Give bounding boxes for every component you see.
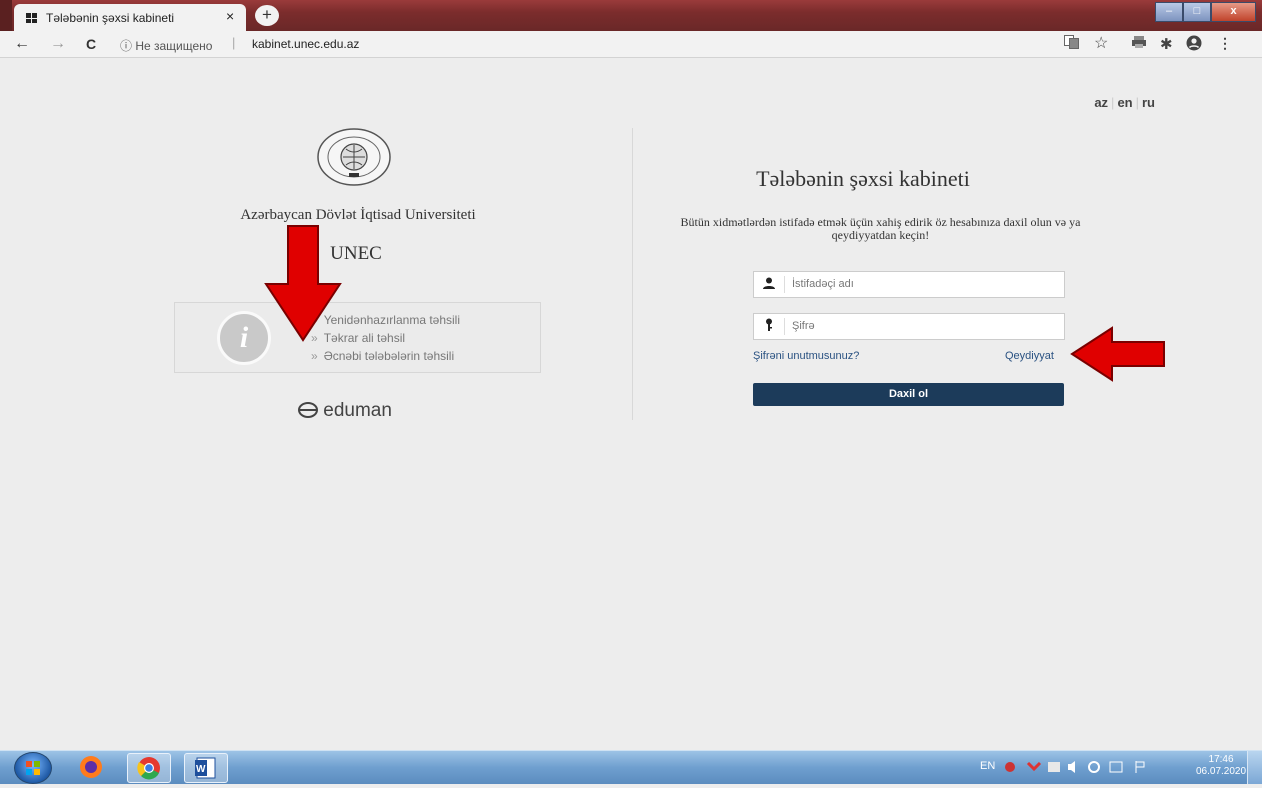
forgot-password-link[interactable]: Şifrəni unutmusunuz?	[753, 350, 859, 362]
eduman-label: eduman	[323, 400, 392, 421]
language-switcher: az | en | ru	[1091, 95, 1158, 110]
university-name: Azərbaycan Dövlət İqtisad Universiteti	[240, 207, 476, 223]
address-bar: ← → C ⓘ Не защищено | kabinet.unec.edu.a…	[0, 31, 1262, 58]
system-tray-icons[interactable]	[1002, 759, 1182, 775]
reload-button[interactable]: C	[86, 36, 96, 52]
window-controls: – □ x	[1155, 2, 1256, 22]
input-language-indicator[interactable]: EN	[980, 760, 995, 772]
user-icon	[754, 272, 784, 297]
security-indicator[interactable]: ⓘ Не защищено	[120, 37, 212, 54]
minimize-button[interactable]: –	[1155, 2, 1183, 22]
username-placeholder: İstifadəçi adı	[792, 278, 854, 290]
close-window-button[interactable]: x	[1211, 2, 1256, 22]
lang-en-link[interactable]: en	[1114, 95, 1135, 110]
lang-ru-link[interactable]: ru	[1139, 95, 1158, 110]
password-field[interactable]: Şifrə	[753, 313, 1065, 340]
back-button[interactable]: ←	[14, 35, 30, 53]
page-content: az | en | ru Azərbaycan Dövlət İqtisad Unive…	[8, 58, 1254, 750]
svg-text:W: W	[196, 764, 206, 775]
tab-bar-edge	[0, 0, 12, 31]
word-taskbar-icon[interactable]: W	[184, 753, 228, 783]
print-extension-icon[interactable]	[1132, 35, 1146, 52]
register-link[interactable]: Qeydiyyat	[1005, 350, 1054, 362]
firefox-taskbar-icon[interactable]	[70, 753, 112, 781]
key-icon	[754, 314, 784, 339]
eduman-icon	[298, 402, 318, 424]
chrome-taskbar-icon[interactable]	[127, 753, 171, 783]
url-separator: |	[232, 35, 236, 50]
tab-close-icon[interactable]: ×	[226, 8, 234, 24]
forward-button[interactable]: →	[50, 35, 66, 53]
windows-taskbar: W EN 17:46 06.07.2020	[0, 750, 1262, 784]
column-divider	[632, 128, 633, 420]
clock-date: 06.07.2020	[1196, 766, 1247, 777]
lang-az-link[interactable]: az	[1091, 95, 1111, 110]
clock-time: 17:46	[1208, 754, 1234, 765]
system-clock[interactable]: 17:46 06.07.2020	[1196, 754, 1246, 778]
password-placeholder: Şifrə	[792, 320, 815, 332]
login-title: Tələbənin şəxsi kabineti	[756, 166, 970, 191]
bookmark-star-icon[interactable]: ☆	[1094, 33, 1108, 53]
profile-icon[interactable]	[1186, 35, 1202, 54]
browser-tab-bar: Tələbənin şəxsi kabineti × + – □ x	[0, 0, 1262, 31]
new-tab-button[interactable]: +	[255, 5, 279, 26]
login-button[interactable]: Daxil ol	[753, 383, 1064, 406]
browser-menu-icon[interactable]: ⋮	[1218, 35, 1232, 52]
favicon-icon	[26, 13, 37, 23]
info-icon: i	[217, 311, 271, 365]
red-down-arrow-annotation	[264, 225, 342, 342]
login-subtitle: Bütün xidmətlərdən istifadə etmək üçün x…	[680, 215, 1081, 242]
extensions-puzzle-icon[interactable]: ✱	[1160, 35, 1173, 53]
translate-icon[interactable]	[1064, 35, 1079, 52]
maximize-button[interactable]: □	[1183, 2, 1211, 22]
start-button[interactable]	[14, 752, 52, 784]
red-left-arrow-annotation	[1070, 326, 1165, 382]
tab-title: Tələbənin şəxsi kabineti	[46, 11, 175, 25]
eduman-logo: eduman	[298, 400, 392, 424]
browser-tab[interactable]: Tələbənin şəxsi kabineti ×	[14, 4, 246, 31]
education-programs-box: i »Yenidənhazırlanma təhsili »Təkrar ali…	[174, 302, 541, 373]
username-field[interactable]: İstifadəçi adı	[753, 271, 1065, 298]
url-field[interactable]: kabinet.unec.edu.az	[252, 37, 359, 51]
show-desktop-button[interactable]	[1247, 751, 1262, 784]
university-seal-logo	[316, 128, 392, 186]
program-link-foreign-students[interactable]: » Əcnəbi tələbələrin təhsili	[311, 347, 460, 365]
